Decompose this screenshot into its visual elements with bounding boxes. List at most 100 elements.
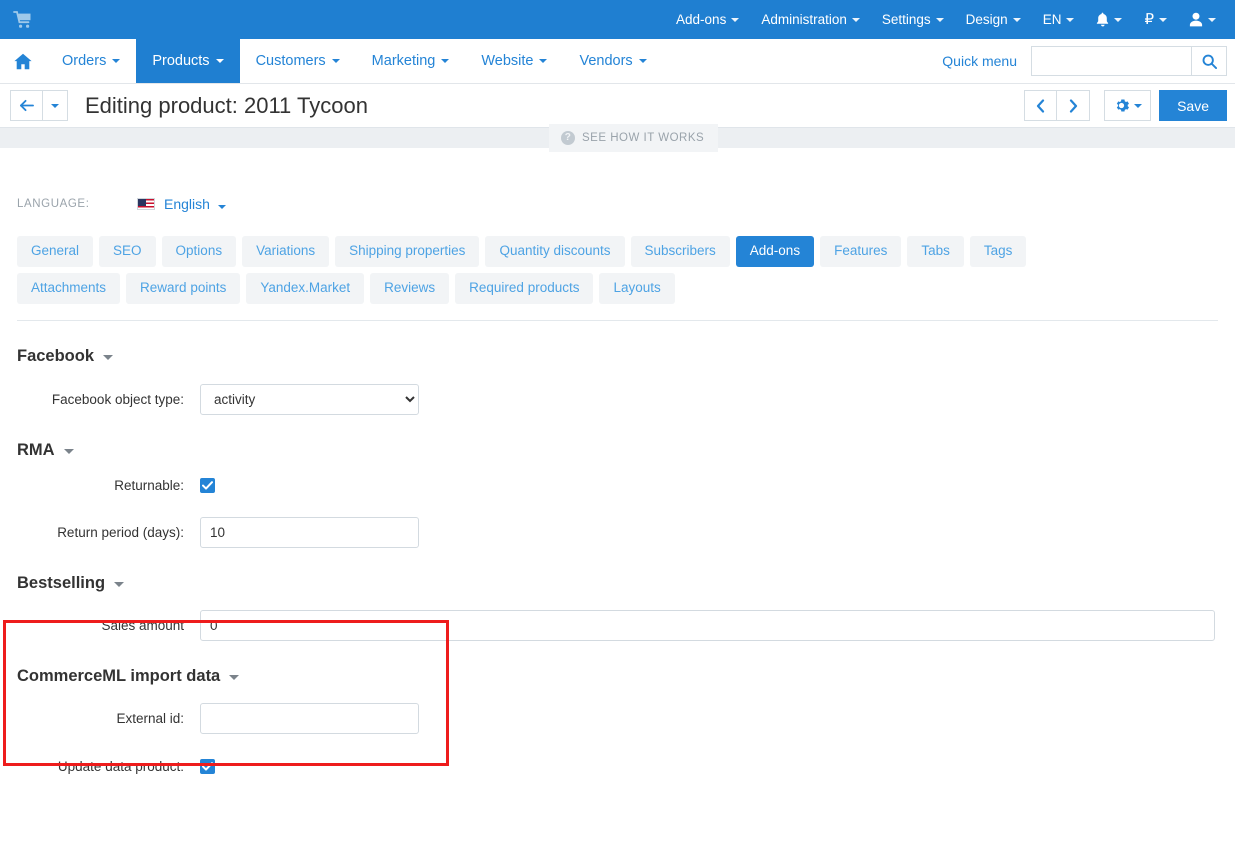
- returnable-row: Returnable:: [17, 477, 1218, 493]
- see-how-it-works-button[interactable]: ? SEE HOW IT WORKS: [549, 124, 719, 152]
- nav-item-customers[interactable]: Customers: [240, 39, 356, 83]
- top-menu-item-design[interactable]: Design: [955, 0, 1032, 39]
- notifications-menu[interactable]: [1085, 0, 1133, 39]
- save-button[interactable]: Save: [1159, 90, 1227, 121]
- chevron-down-icon[interactable]: [63, 449, 74, 455]
- tab-subscribers[interactable]: Subscribers: [630, 236, 730, 267]
- sales-amount-control: [200, 609, 1215, 641]
- tab-variations[interactable]: Variations: [242, 236, 330, 267]
- rma-section-header: RMA: [17, 441, 1218, 460]
- tab-options[interactable]: Options: [161, 236, 237, 267]
- return-period-input[interactable]: [200, 516, 419, 548]
- tab-tags[interactable]: Tags: [969, 236, 1027, 267]
- top-menu-label: EN: [1042, 12, 1062, 27]
- search-input[interactable]: [1031, 46, 1191, 76]
- caret-down-icon: [731, 17, 740, 22]
- top-menu-item-addons[interactable]: Add-ons: [665, 0, 750, 39]
- chevron-down-icon[interactable]: [114, 582, 125, 588]
- settings-dropdown-group: [1104, 90, 1152, 121]
- tabs-divider: [17, 319, 1218, 321]
- quick-menu-link[interactable]: Quick menu: [928, 39, 1031, 83]
- caret-down-icon: [935, 17, 944, 22]
- main-navigation: Orders Products Customers Marketing Webs…: [0, 39, 1235, 84]
- top-menu: Add-ons Administration Settings Design E…: [665, 0, 1227, 39]
- caret-down-icon: [1208, 17, 1216, 22]
- header-strip: ? SEE HOW IT WORKS: [0, 124, 1235, 152]
- tab-seo[interactable]: SEO: [99, 236, 156, 267]
- return-period-control: [200, 516, 419, 548]
- returnable-checkbox[interactable]: [200, 477, 215, 493]
- tab-attachments[interactable]: Attachments: [17, 272, 121, 304]
- search-icon[interactable]: [1191, 46, 1227, 76]
- external-id-input[interactable]: [200, 702, 419, 734]
- back-button-group: [10, 90, 68, 121]
- tab-general[interactable]: General: [17, 236, 94, 267]
- tab-required-products[interactable]: Required products: [455, 272, 594, 304]
- page-title: Editing product: 2011 Tycoon: [85, 92, 368, 118]
- returnable-control: [200, 477, 215, 493]
- prev-next-group: [1024, 90, 1091, 121]
- caret-down-icon: [1114, 17, 1123, 22]
- tab-reviews[interactable]: Reviews: [370, 272, 450, 304]
- search-box: [1031, 39, 1235, 83]
- rma-section-title: RMA: [17, 440, 55, 459]
- chevron-down-icon[interactable]: [103, 355, 114, 361]
- nav-item-website[interactable]: Website: [465, 39, 563, 83]
- returnable-label: Returnable:: [114, 477, 184, 493]
- chevron-down-icon[interactable]: [229, 675, 240, 681]
- tab-tabs[interactable]: Tabs: [907, 236, 964, 267]
- caret-down-icon: [1159, 17, 1167, 22]
- caret-down-icon: [1066, 17, 1075, 22]
- gear-icon[interactable]: [1104, 90, 1152, 121]
- product-tabs: General SEO Options Variations Shipping …: [17, 236, 1107, 304]
- sales-amount-input[interactable]: [200, 609, 1215, 641]
- shopping-cart-icon[interactable]: [10, 8, 36, 32]
- account-menu[interactable]: [1178, 0, 1227, 39]
- bestselling-section: Bestselling Sales amount: [17, 574, 1218, 641]
- nav-item-label: Products: [152, 53, 210, 69]
- caret-down-icon: [1133, 103, 1142, 108]
- external-id-row: External id:: [17, 702, 1218, 734]
- caret-down-icon: [638, 59, 647, 63]
- tab-layouts[interactable]: Layouts: [599, 272, 675, 304]
- chevron-left-icon[interactable]: [1024, 90, 1058, 121]
- nav-item-orders[interactable]: Orders: [46, 39, 136, 83]
- nav-item-label: Marketing: [371, 53, 436, 69]
- language-row: LANGUAGE: English: [17, 184, 1218, 224]
- update-data-product-checkbox[interactable]: [200, 758, 215, 774]
- bell-icon: [1096, 12, 1109, 27]
- caret-down-icon: [217, 205, 226, 209]
- top-bar: Add-ons Administration Settings Design E…: [0, 0, 1235, 39]
- nav-item-vendors[interactable]: Vendors: [563, 39, 662, 83]
- caret-down-icon: [331, 59, 340, 63]
- facebook-object-type-select[interactable]: activity: [200, 383, 419, 415]
- nav-item-marketing[interactable]: Marketing: [356, 39, 466, 83]
- top-menu-item-language[interactable]: EN: [1032, 0, 1086, 39]
- bestselling-section-header: Bestselling: [17, 574, 1218, 593]
- tab-add-ons[interactable]: Add-ons: [735, 236, 815, 267]
- facebook-object-type-control: activity: [200, 383, 419, 415]
- see-how-it-works-label: SEE HOW IT WORKS: [582, 132, 705, 144]
- back-dropdown-button[interactable]: [43, 90, 68, 121]
- home-icon[interactable]: [0, 39, 46, 83]
- language-selector[interactable]: English: [164, 196, 226, 212]
- arrow-left-icon[interactable]: [10, 90, 43, 121]
- tab-features[interactable]: Features: [820, 236, 902, 267]
- currency-menu[interactable]: ₽: [1133, 0, 1178, 39]
- question-circle-icon: ?: [561, 131, 575, 145]
- top-menu-label: Settings: [881, 12, 931, 27]
- language-value: English: [164, 196, 210, 212]
- tab-reward-points[interactable]: Reward points: [126, 272, 241, 304]
- top-menu-item-administration[interactable]: Administration: [750, 0, 871, 39]
- language-label: LANGUAGE:: [17, 198, 90, 210]
- top-menu-label: Design: [965, 12, 1008, 27]
- tab-quantity-discounts[interactable]: Quantity discounts: [485, 236, 625, 267]
- sales-amount-row: Sales amount: [17, 609, 1218, 641]
- tab-yandex-market[interactable]: Yandex.Market: [246, 272, 365, 304]
- nav-item-products[interactable]: Products: [136, 39, 240, 83]
- chevron-right-icon[interactable]: [1057, 90, 1091, 121]
- tab-shipping-properties[interactable]: Shipping properties: [335, 236, 480, 267]
- caret-down-icon: [1012, 17, 1021, 22]
- top-menu-item-settings[interactable]: Settings: [871, 0, 955, 39]
